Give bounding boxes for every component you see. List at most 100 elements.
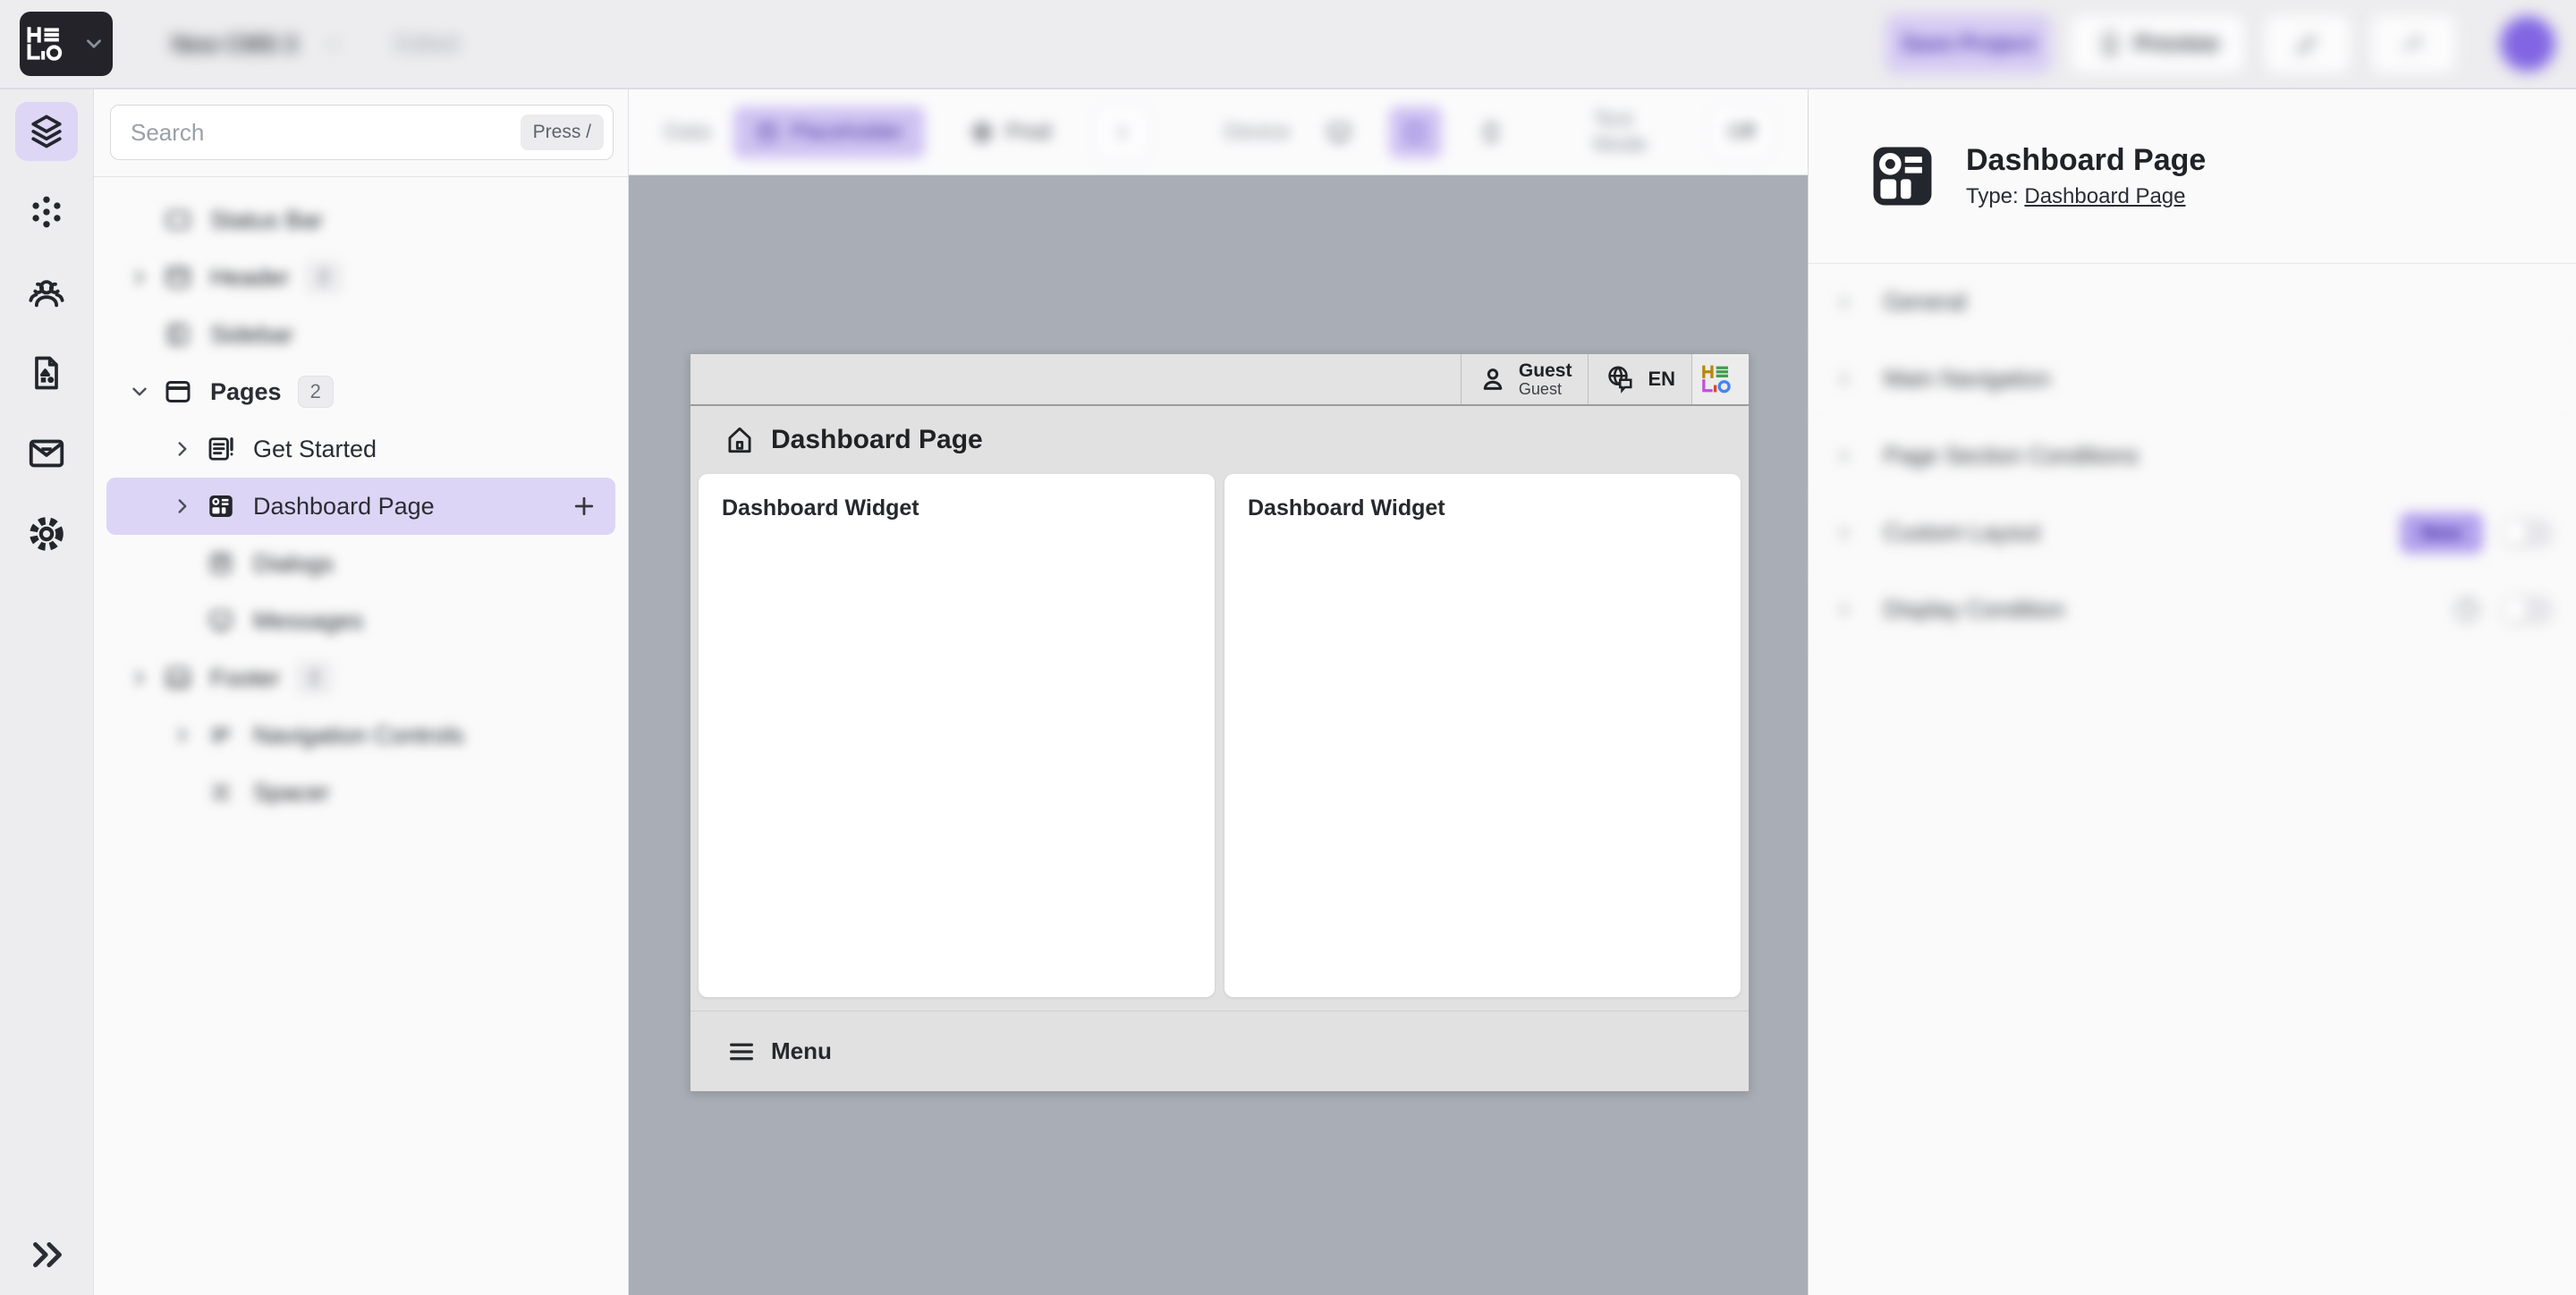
preview-user-name: Guest	[1519, 361, 1572, 381]
canvas-area: Guest Guest EN	[629, 175, 1808, 1295]
project-caret-icon[interactable]	[324, 34, 343, 54]
dashboard-page-icon	[1866, 140, 1939, 213]
search-area: Press /	[94, 89, 628, 177]
prod-data-button[interactable]: Prod	[948, 106, 1072, 158]
device-label: Device	[1224, 120, 1290, 145]
chevron-right-icon	[162, 724, 203, 747]
helo-color-logo-icon	[1702, 364, 1740, 394]
app-root: New CMS 3 Edited Save Project Preview	[0, 0, 2576, 1295]
person-icon	[1478, 364, 1508, 394]
user-avatar[interactable]	[2499, 15, 2556, 72]
double-chevron-right-icon	[27, 1234, 68, 1275]
stage: Data Placeholder Prod Device	[629, 89, 1808, 1295]
tree-item-get-started[interactable]: Get Started	[106, 420, 615, 478]
count-badge: 2	[296, 662, 332, 694]
tree-item-messages[interactable]: Messages	[106, 592, 615, 649]
data-mode-label: Data	[665, 120, 710, 145]
topbar-actions: Save Project Preview	[1885, 14, 2556, 73]
chevron-right-icon	[162, 495, 203, 518]
media-file-icon	[27, 353, 66, 393]
preview-menu-bar[interactable]: Menu	[691, 1011, 1749, 1091]
custom-layout-toggle[interactable]	[2501, 519, 2553, 547]
edit-tool-button[interactable]	[2265, 14, 2351, 73]
rail-item-assets[interactable]	[15, 343, 78, 402]
new-feature-badge: New	[2400, 512, 2483, 554]
tree-item-sidebar[interactable]: Sidebar	[106, 306, 615, 363]
display-condition-toggle[interactable]	[2501, 596, 2553, 624]
rail-item-components[interactable]	[15, 182, 78, 241]
page-tree: Status Bar Header 2 Sidebar Pages 2	[94, 177, 628, 835]
icon-rail	[0, 89, 94, 1295]
preview-language-code: EN	[1648, 368, 1675, 391]
add-page-icon[interactable]	[571, 493, 597, 520]
search-box[interactable]: Press /	[110, 105, 614, 160]
project-name[interactable]: New CMS 3	[172, 30, 297, 58]
chevron-right-icon	[119, 266, 160, 289]
message-icon	[203, 605, 239, 636]
chevron-right-icon	[1834, 368, 1855, 390]
tree-item-navigation-controls[interactable]: Navigation Controls	[106, 707, 615, 764]
inspector-type-line: Type: Dashboard Page	[1966, 184, 2206, 209]
preview-menu-label: Menu	[771, 1037, 832, 1065]
phone-icon	[2097, 30, 2123, 57]
header-icon	[160, 262, 196, 292]
help-circle-icon[interactable]	[2451, 594, 2483, 626]
expand-panel-button[interactable]	[0, 1234, 94, 1275]
top-bar: New CMS 3 Edited Save Project Preview	[0, 0, 2576, 89]
text-mode-label: Text Mode	[1593, 107, 1687, 157]
dashboard-widget-card[interactable]: Dashboard Widget	[1224, 474, 1741, 997]
data-more-button[interactable]	[1096, 106, 1148, 158]
rail-item-layers[interactable]	[15, 102, 78, 161]
hamburger-menu-icon	[726, 1037, 757, 1067]
text-mode-toggle[interactable]: Off	[1711, 107, 1772, 157]
desktop-device-button[interactable]	[1313, 106, 1366, 158]
tree-item-status-bar[interactable]: Status Bar	[106, 191, 615, 249]
search-input[interactable]	[131, 119, 521, 147]
rail-item-users[interactable]	[15, 263, 78, 322]
tablet-icon	[1402, 119, 1428, 146]
section-custom-layout[interactable]: Custom Layout New	[1809, 495, 2576, 571]
phone-icon	[1478, 119, 1504, 146]
tree-item-spacer[interactable]: Spacer	[106, 764, 615, 821]
tree-item-dialogs[interactable]: Dialogs	[106, 535, 615, 592]
helo-logo-icon	[27, 27, 73, 61]
tree-item-footer[interactable]: Footer 2	[106, 649, 615, 707]
chevron-down-icon	[119, 380, 160, 403]
section-general[interactable]: General	[1809, 264, 2576, 341]
save-project-button[interactable]: Save Project	[1885, 14, 2051, 73]
article-icon	[203, 433, 239, 465]
phone-device-button[interactable]	[1465, 106, 1518, 158]
sidebar-icon	[160, 319, 196, 350]
mail-icon	[26, 433, 67, 474]
section-page-section-conditions[interactable]: Page Section Conditions	[1809, 418, 2576, 495]
tree-item-dashboard-page[interactable]: Dashboard Page	[106, 478, 615, 535]
inspector-type-link[interactable]: Dashboard Page	[2024, 184, 2185, 208]
section-display-condition[interactable]: Display Condition	[1809, 571, 2576, 648]
settings-gear-icon	[26, 513, 67, 554]
brand-logo-button[interactable]	[20, 12, 113, 76]
placeholder-icon	[755, 120, 780, 145]
inspector-panel: Dashboard Page Type: Dashboard Page Gene…	[1808, 89, 2576, 1295]
preview-language-menu[interactable]: EN	[1588, 354, 1691, 404]
tree-item-pages[interactable]: Pages 2	[106, 363, 615, 420]
placeholder-data-button[interactable]: Placeholder	[733, 106, 926, 158]
preview-page-heading: Dashboard Page	[691, 406, 1749, 474]
chevron-right-icon	[1834, 599, 1855, 621]
rail-item-settings[interactable]	[15, 504, 78, 563]
preview-user-role: Guest	[1519, 381, 1572, 398]
preview-page-title: Dashboard Page	[771, 425, 983, 455]
section-main-navigation[interactable]: Main Navigation	[1809, 341, 2576, 418]
preview-brand-logo[interactable]	[1691, 354, 1749, 404]
share-tool-button[interactable]	[2370, 14, 2456, 73]
preview-user-menu[interactable]: Guest Guest	[1461, 354, 1589, 404]
users-icon	[26, 272, 67, 313]
preview-button[interactable]: Preview	[2071, 14, 2245, 73]
rail-item-mail[interactable]	[15, 424, 78, 483]
grid-dots-icon	[27, 192, 66, 232]
widget-title: Dashboard Widget	[722, 495, 1191, 521]
spacer-icon	[203, 777, 239, 808]
tree-item-header[interactable]: Header 2	[106, 249, 615, 306]
dashboard-widget-card[interactable]: Dashboard Widget	[699, 474, 1215, 997]
page-preview-frame[interactable]: Guest Guest EN	[690, 353, 1750, 1092]
tablet-device-button[interactable]	[1389, 106, 1442, 158]
